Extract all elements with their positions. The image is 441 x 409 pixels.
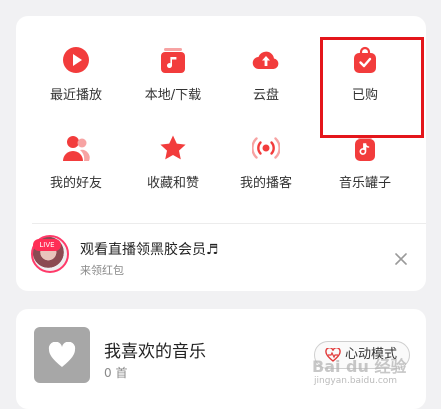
favorites-shortcut[interactable]: 收藏和赞 — [123, 134, 223, 214]
liked-music-title: 我喜欢的音乐 — [104, 342, 206, 362]
recent-play-shortcut[interactable]: 最近播放 — [26, 46, 126, 126]
music-jar-icon — [351, 134, 379, 162]
my-podcasts-shortcut[interactable]: 我的播客 — [216, 134, 316, 214]
music-jar-shortcut[interactable]: 音乐罐子 — [315, 134, 415, 214]
favorites-label: 收藏和赞 — [146, 176, 199, 191]
music-folder-icon — [159, 46, 187, 74]
cloud-drive-shortcut[interactable]: 云盘 — [216, 46, 316, 126]
watermark: Bai du 经验 — [312, 357, 407, 376]
promo-title[interactable]: 观看直播领黑胶会员♬ — [80, 239, 219, 259]
play-icon — [62, 46, 90, 74]
shortcut-grid-card: 最近播放 本地/下载 云盘 已购 我的好友 收藏和赞 我的播客 音乐罐子 LIV… — [16, 16, 426, 291]
my-podcasts-label: 我的播客 — [239, 176, 292, 191]
my-friends-label: 我的好友 — [49, 176, 102, 191]
watermark-url: jingyan.baidu.com — [314, 376, 398, 386]
promo-subtitle: 来领红包 — [80, 264, 124, 277]
liked-music-count: 0 首 — [104, 366, 128, 380]
cloud-drive-label: 云盘 — [252, 88, 279, 103]
friends-icon — [62, 134, 90, 162]
podcast-icon — [252, 134, 280, 162]
divider — [32, 223, 426, 224]
live-badge: LIVE — [33, 239, 61, 251]
purchased-highlight-box — [320, 37, 424, 138]
local-download-shortcut[interactable]: 本地/下载 — [123, 46, 223, 126]
my-friends-shortcut[interactable]: 我的好友 — [26, 134, 126, 214]
recent-play-label: 最近播放 — [49, 88, 102, 103]
local-download-label: 本地/下载 — [144, 88, 202, 103]
heart-icon — [48, 342, 76, 367]
liked-music-cover — [34, 327, 90, 383]
cloud-upload-icon — [252, 46, 280, 74]
music-jar-label: 音乐罐子 — [338, 176, 391, 191]
star-icon — [159, 134, 187, 162]
close-icon[interactable] — [394, 251, 408, 265]
